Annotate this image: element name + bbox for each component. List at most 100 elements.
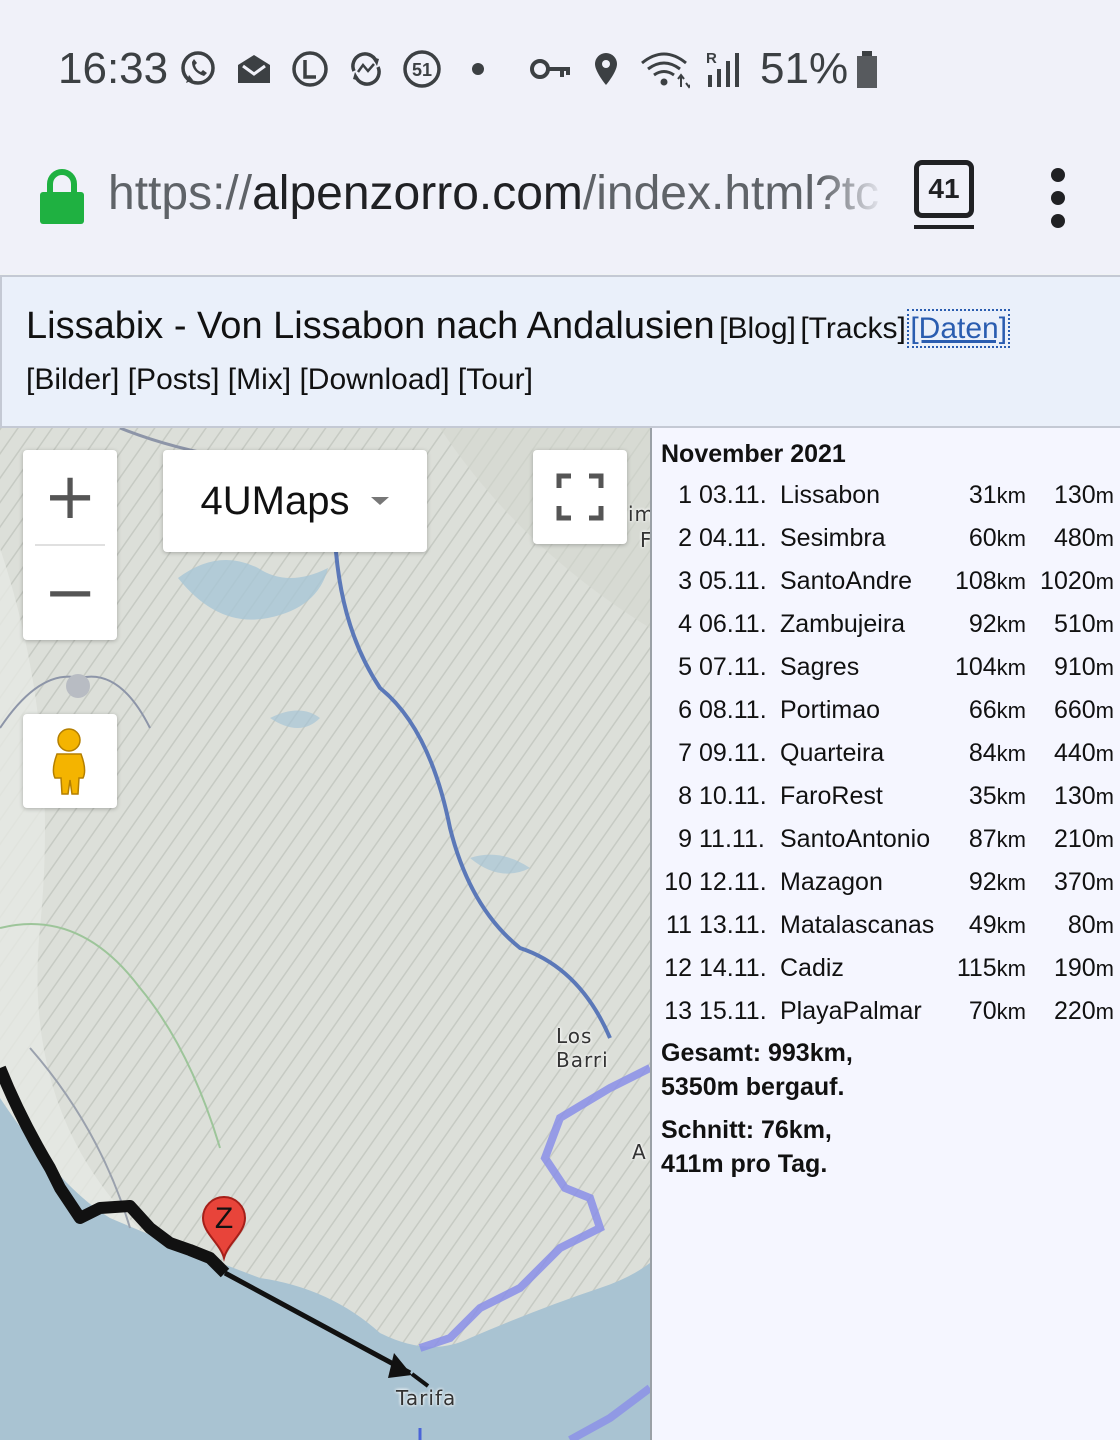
day-elevation: 660m [1030, 696, 1114, 725]
badge-number: 51 [412, 60, 432, 80]
fullscreen-button[interactable] [533, 450, 627, 544]
marker-letter: Z [215, 1202, 233, 1235]
elevation-unit: m [1095, 913, 1114, 938]
download-link[interactable]: [Download] [299, 363, 449, 396]
day-elevation: 1020m [1030, 567, 1114, 596]
day-date: 04.11. [699, 524, 767, 552]
elevation-unit: m [1095, 483, 1114, 508]
sync-icon [351, 52, 381, 86]
battery-icon [857, 51, 878, 88]
day-date: 14.11. [699, 954, 767, 982]
day-elevation-value: 910 [1053, 653, 1096, 681]
distance-unit: km [996, 913, 1026, 938]
signal-roaming-icon: R [706, 50, 739, 87]
day-place: Quarteira [780, 739, 885, 767]
day-elevation: 190m [1030, 954, 1114, 983]
day-elevation: 910m [1030, 653, 1114, 682]
day-place: Sesimbra [780, 524, 886, 552]
day-elevation-value: 510 [1053, 610, 1096, 638]
map-type-label: 4UMaps [200, 478, 350, 523]
elevation-unit: m [1095, 526, 1114, 551]
day-number: 10 [664, 868, 692, 896]
day-number: 7 [678, 739, 692, 767]
day-distance-value: 70 [968, 997, 997, 1025]
elevation-unit: m [1095, 956, 1114, 981]
table-row: 10 12.11. Mazagon 92km 370m [652, 868, 1120, 908]
day-distance: 108km [942, 567, 1026, 596]
day-place: Portimao [780, 696, 881, 724]
badge-51-icon: 51 [403, 50, 441, 88]
distance-unit: km [996, 612, 1026, 637]
day-elevation: 480m [1030, 524, 1114, 553]
blog-link[interactable]: [Blog] [719, 312, 796, 345]
day-elevation-value: 210 [1053, 825, 1096, 853]
map-view[interactable]: Z Los Barri Tarifa A im F + − 4UMaps [0, 428, 650, 1440]
roaming-label: R [706, 50, 717, 67]
day-elevation: 80m [1030, 911, 1114, 940]
day-elevation-value: 660 [1053, 696, 1096, 724]
elevation-unit: m [1095, 741, 1114, 766]
elevation-unit: m [1095, 655, 1114, 680]
table-row: 8 10.11. FaroRest 35km 130m [652, 782, 1120, 822]
distance-unit: km [996, 999, 1026, 1024]
day-place: FaroRest [780, 782, 883, 810]
day-elevation-value: 80 [1067, 911, 1096, 939]
location-icon [595, 53, 617, 85]
lock-icon[interactable] [38, 166, 86, 226]
zoom-in-button[interactable]: + [23, 450, 117, 544]
day-distance: 60km [942, 524, 1026, 553]
total-line-2: 5350m bergauf. [661, 1073, 845, 1101]
day-distance-value: 87 [968, 825, 997, 853]
distance-unit: km [996, 698, 1026, 723]
notification-icons: 51 [178, 46, 498, 92]
day-number: 3 [678, 567, 692, 595]
street-view-button[interactable] [23, 714, 117, 808]
posts-link[interactable]: [Posts] [128, 363, 220, 396]
distance-unit: km [996, 956, 1026, 981]
average-summary: Schnitt: 76km, 411m pro Tag. [661, 1113, 832, 1181]
day-elevation-value: 130 [1053, 481, 1096, 509]
distance-unit: km [996, 784, 1026, 809]
dot-icon [472, 63, 484, 75]
zoom-out-button[interactable]: − [23, 546, 117, 640]
mix-link[interactable]: [Mix] [228, 363, 291, 396]
tab-switcher-button[interactable]: 41 [914, 160, 974, 229]
table-row: 11 13.11. Matalascanas 49km 80m [652, 911, 1120, 951]
day-place: Lissabon [780, 481, 881, 509]
day-elevation: 440m [1030, 739, 1114, 768]
distance-unit: km [996, 483, 1026, 508]
elevation-unit: m [1095, 999, 1114, 1024]
day-number: 11 [666, 911, 692, 939]
overflow-menu-button[interactable] [1046, 168, 1070, 228]
day-elevation: 370m [1030, 868, 1114, 897]
day-number: 2 [678, 524, 692, 552]
bilder-link[interactable]: [Bilder] [26, 363, 119, 396]
battery-percent: 51% [760, 44, 849, 93]
page-title: Lissabix - Von Lissabon nach Andalusien [26, 305, 715, 347]
url-field[interactable]: https://alpenzorro.com/index.html?tc [108, 166, 884, 226]
day-distance-value: 92 [968, 610, 997, 638]
tour-link[interactable]: [Tour] [458, 363, 533, 396]
daten-link[interactable]: [Daten] [907, 309, 1011, 348]
day-date: 11.11. [699, 825, 765, 853]
day-distance-value: 115 [956, 954, 997, 982]
day-place: Mazagon [780, 868, 883, 896]
day-elevation: 220m [1030, 997, 1114, 1026]
day-number: 12 [664, 954, 692, 982]
day-elevation: 510m [1030, 610, 1114, 639]
tracks-link[interactable]: [Tracks] [800, 312, 906, 345]
day-distance: 49km [942, 911, 1026, 940]
average-line-1: Schnitt: 76km, [661, 1116, 832, 1144]
distance-unit: km [996, 870, 1026, 895]
day-place: Matalascanas [780, 911, 935, 939]
map-type-dropdown[interactable]: 4UMaps [163, 450, 427, 552]
distance-unit: km [996, 569, 1026, 594]
day-place: PlayaPalmar [780, 997, 922, 1025]
system-icons: R 51% [528, 44, 880, 93]
month-heading: November 2021 [661, 440, 846, 468]
day-distance-value: 92 [968, 868, 997, 896]
day-elevation: 130m [1030, 782, 1114, 811]
day-distance-value: 66 [968, 696, 997, 724]
day-place: Cadiz [780, 954, 844, 982]
day-distance: 35km [942, 782, 1026, 811]
